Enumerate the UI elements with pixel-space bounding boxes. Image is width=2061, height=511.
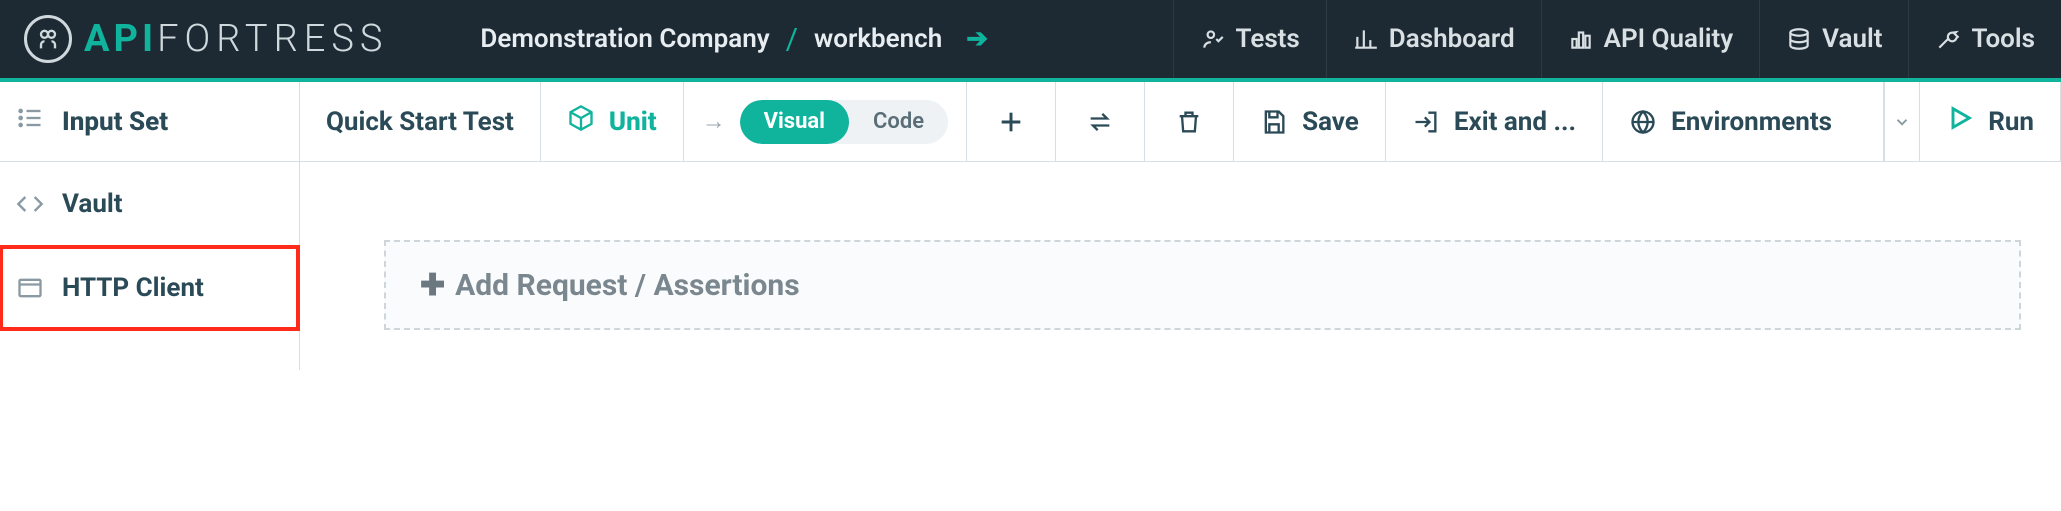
trash-icon [1175, 108, 1203, 136]
environments-dropdown-caret[interactable] [1884, 82, 1920, 161]
view-code-label: Code [873, 109, 924, 134]
breadcrumb-company[interactable]: Demonstration Company [480, 24, 769, 54]
toolbar: Input Set Quick Start Test Unit → Visual… [0, 82, 2061, 162]
add-request-label: Add Request / Assertions [455, 268, 800, 303]
nav-dashboard[interactable]: Dashboard [1326, 0, 1541, 78]
sidebar-vault-label: Vault [62, 189, 123, 219]
nav-tests[interactable]: Tests [1173, 0, 1326, 78]
plus-icon: ✚ [420, 268, 445, 303]
arrow-right-icon: → [702, 107, 726, 136]
input-set-label: Input Set [62, 107, 168, 137]
database-icon [1786, 26, 1812, 52]
person-check-icon [1200, 26, 1226, 52]
run-label: Run [1988, 107, 2034, 137]
breadcrumb-project[interactable]: workbench [814, 24, 942, 54]
view-visual-button[interactable]: Visual [740, 100, 849, 144]
save-button[interactable]: Save [1234, 82, 1386, 161]
nav-api-quality-label: API Quality [1604, 24, 1734, 54]
list-icon [16, 104, 44, 139]
environments-button[interactable]: Environments [1603, 82, 1884, 161]
nav-tools-label: Tools [1971, 24, 2035, 54]
view-mode-toggle: Visual Code [740, 100, 948, 144]
exit-label: Exit and ... [1454, 107, 1576, 137]
globe-icon [1629, 108, 1657, 136]
save-icon [1260, 108, 1288, 136]
logo-text: APIFORTRESS [84, 17, 388, 61]
main-area: ✚ Add Request / Assertions [300, 162, 2061, 370]
breadcrumb-separator: / [786, 22, 798, 57]
view-visual-label: Visual [764, 109, 825, 134]
play-icon [1946, 104, 1974, 139]
test-name-label: Quick Start Test [326, 107, 514, 137]
test-name[interactable]: Quick Start Test [300, 82, 541, 161]
add-button[interactable] [967, 82, 1056, 161]
environments-label: Environments [1671, 107, 1832, 137]
wrench-icon [1935, 26, 1961, 52]
nav-vault[interactable]: Vault [1759, 0, 1908, 78]
sidebar: Vault HTTP Client [0, 162, 300, 370]
chart-icon [1353, 26, 1379, 52]
top-bar: APIFORTRESS Demonstration Company / work… [0, 0, 2061, 82]
sidebar-http-client-label: HTTP Client [62, 273, 204, 303]
run-button[interactable]: Run [1920, 82, 2061, 161]
nav-tests-label: Tests [1236, 24, 1300, 54]
window-icon [16, 274, 44, 302]
view-toggle: → Visual Code [684, 82, 967, 161]
exit-button[interactable]: Exit and ... [1386, 82, 1603, 161]
view-code-button[interactable]: Code [849, 100, 948, 144]
swap-icon [1086, 108, 1114, 136]
unit-label: Unit [609, 107, 657, 137]
chevron-down-icon [1893, 113, 1911, 131]
breadcrumb: Demonstration Company / workbench ➔ [452, 22, 1016, 57]
logo-mark-icon [24, 15, 72, 63]
code-icon [16, 190, 44, 218]
nav-tools[interactable]: Tools [1908, 0, 2061, 78]
add-request-button[interactable]: ✚ Add Request / Assertions [384, 240, 2021, 330]
plus-icon [997, 108, 1025, 136]
logo[interactable]: APIFORTRESS [0, 0, 412, 78]
nav-vault-label: Vault [1822, 24, 1882, 54]
nav-api-quality[interactable]: API Quality [1541, 0, 1760, 78]
body: Vault HTTP Client ✚ Add Request / Assert… [0, 162, 2061, 370]
nav-dashboard-label: Dashboard [1389, 24, 1515, 54]
bar-chart-icon [1568, 26, 1594, 52]
sidebar-item-vault[interactable]: Vault [0, 162, 299, 246]
input-set-button[interactable]: Input Set [0, 82, 300, 161]
unit-button[interactable]: Unit [541, 82, 684, 161]
save-label: Save [1302, 107, 1359, 137]
breadcrumb-arrow-icon[interactable]: ➔ [966, 24, 988, 54]
top-nav: Tests Dashboard API Quality Vault Tools [1173, 0, 2061, 78]
delete-button[interactable] [1145, 82, 1234, 161]
cube-icon [567, 104, 595, 139]
sidebar-item-http-client[interactable]: HTTP Client [0, 246, 299, 330]
swap-button[interactable] [1056, 82, 1145, 161]
exit-icon [1412, 108, 1440, 136]
